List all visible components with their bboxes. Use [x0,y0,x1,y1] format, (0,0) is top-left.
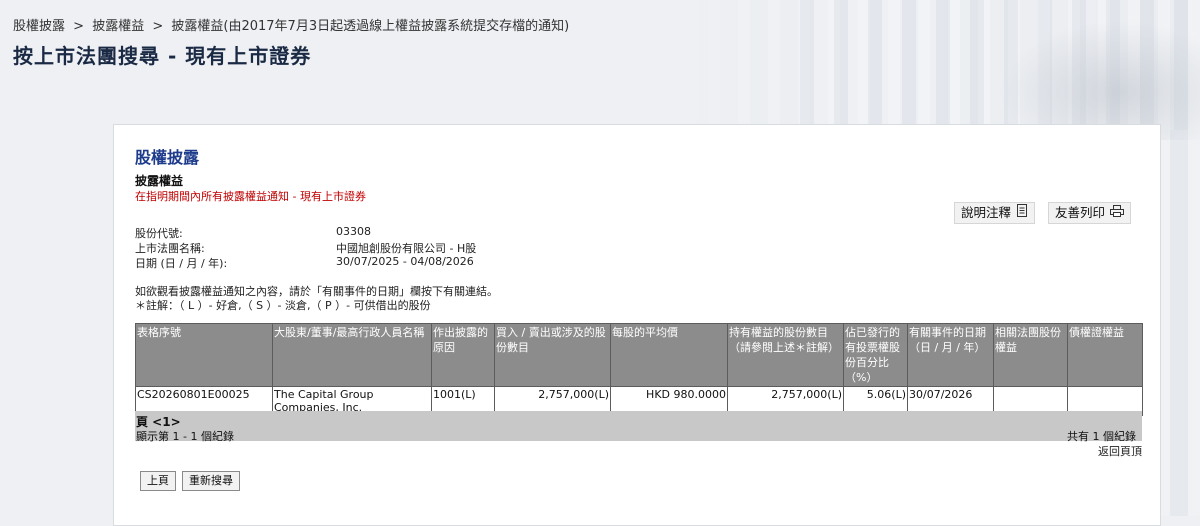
prev-page-button[interactable]: 上頁 [140,471,176,491]
print-button-label: 友善列印 [1055,205,1106,220]
page-title: 按上市法團搜尋 - 現有上市證券 [13,44,312,68]
sub-title: 披露權益 [135,174,184,188]
stock-code-label: 股份代號: [135,227,183,240]
col-header-percent: 佔已發行的有投票權股份百分比（%） [843,323,908,387]
new-search-button[interactable]: 重新搜尋 [182,471,240,491]
records-total: 共有 1 個紀錄 [1067,430,1136,443]
breadcrumb-separator: > [73,19,85,34]
breadcrumb-item-current: 披露權益(由2017年7月3日起透過線上權益披露系統提交存檔的通知) [171,19,570,34]
printer-icon [1110,203,1125,223]
col-header-name: 大股東/董事/最高行政人員名稱 [272,323,432,387]
back-to-top-link[interactable]: 返回頁頂 [1098,443,1142,459]
background-statue [1000,20,1200,140]
breadcrumb: 股權披露 > 披露權益 > 披露權益(由2017年7月3日起透過線上權益披露系統… [13,15,569,34]
col-header-form-no: 表格序號 [135,323,273,387]
stock-code-value: 03308 [336,225,371,238]
company-value: 中國旭創股份有限公司 - H股 [336,242,477,255]
annotation-legend: ＊註解：（ L ）- 好倉,（ S ）- 淡倉,（ P ）- 可供借出的股份 [135,299,431,312]
col-header-debenture: 債權證權益 [1067,323,1143,387]
print-button[interactable]: 友善列印 [1048,202,1132,224]
col-header-held: 持有權益的股份數目（請參閱上述＊註解） [727,323,844,387]
col-header-assoc: 相關法團股份權益 [993,323,1068,387]
col-header-avg-price: 每股的平均價 [610,323,728,387]
disclosure-table: 表格序號 大股東/董事/最高行政人員名稱 作出披露的原因 買入 / 賣出或涉及的… [135,323,1143,416]
document-icon [1016,203,1028,223]
notes-button-label: 說明注釋 [961,205,1012,220]
breadcrumb-item-shareholding[interactable]: 股權披露 [13,19,65,34]
content-panel: 股權披露 披露權益 在指明期間內所有披露權益通知 - 現有上市證券 說明注釋 友… [113,124,1161,526]
table-header-row: 表格序號 大股東/董事/最高行政人員名稱 作出披露的原因 買入 / 賣出或涉及的… [135,323,1143,387]
date-label: 日期 (日 / 月 / 年): [135,257,228,270]
notes-button[interactable]: 說明注釋 [954,202,1036,224]
breadcrumb-separator: > [152,19,164,34]
col-header-reason: 作出披露的原因 [431,323,495,387]
date-value: 30/07/2025 - 04/08/2026 [336,255,474,268]
col-header-shares: 買入 / 賣出或涉及的股份數目 [494,323,611,387]
pager-bar: 頁 <1> 顯示第 1 - 1 個紀錄 共有 1 個紀錄 [135,411,1142,443]
col-header-event-date: 有關事件的日期（日 / 月 / 年） [907,323,994,387]
records-showing: 顯示第 1 - 1 個紀錄 [136,430,234,443]
company-label: 上市法團名稱: [135,242,205,255]
sub-note: 在指明期間內所有披露權益通知 - 現有上市證券 [135,190,366,203]
breadcrumb-item-disclosure[interactable]: 披露權益 [92,19,144,34]
section-title: 股權披露 [135,148,200,167]
